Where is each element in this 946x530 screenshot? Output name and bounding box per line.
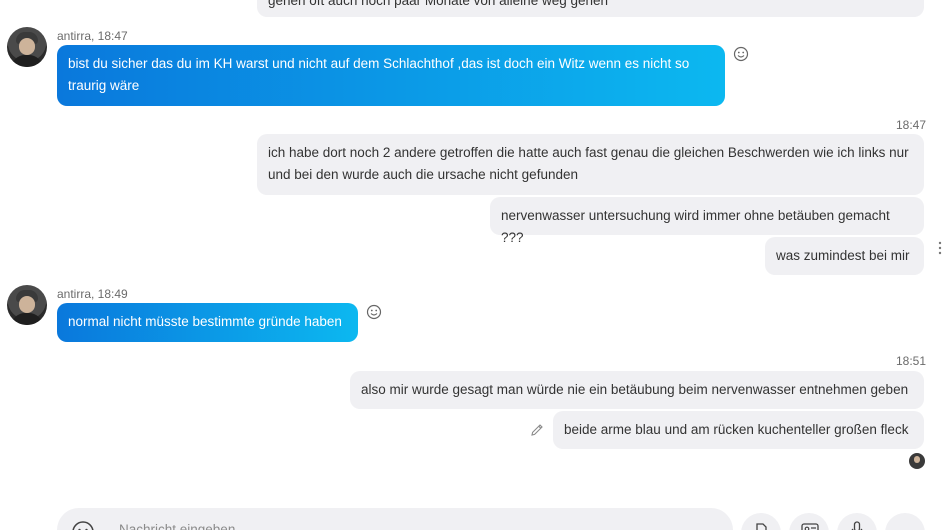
message-text: ich habe dort noch 2 andere getroffen di… xyxy=(268,145,909,182)
message-bubble-outgoing[interactable]: also mir wurde gesagt man würde nie ein … xyxy=(350,371,924,409)
message-bubble-incoming[interactable]: bist du sicher das du im KH warst und ni… xyxy=(57,45,725,106)
message-text: beide arme blau und am rücken kuchentell… xyxy=(564,422,909,437)
message-bubble-outgoing[interactable]: nervenwasser untersuchung wird immer ohn… xyxy=(490,197,924,245)
message-bubble-outgoing-partial[interactable]: gehen oft auch noch paar Monate von alle… xyxy=(257,0,924,17)
smiley-icon[interactable] xyxy=(71,520,95,530)
avatar-antirra[interactable] xyxy=(7,27,47,67)
pencil-icon[interactable] xyxy=(529,422,545,438)
read-receipt-avatar xyxy=(909,453,925,469)
message-time: 18:47 xyxy=(896,118,927,132)
more-vertical-icon[interactable] xyxy=(938,241,942,255)
message-input[interactable] xyxy=(119,519,519,530)
message-bubble-incoming[interactable]: normal nicht müsste bestimmte gründe hab… xyxy=(57,303,358,342)
message-text: bist du sicher das du im KH warst und ni… xyxy=(68,56,690,93)
message-bubble-outgoing[interactable]: was zumindest bei mir xyxy=(765,237,924,275)
message-sender-time: antirra, 18:49 xyxy=(57,287,128,301)
smiley-icon[interactable] xyxy=(733,46,749,62)
message-text: normal nicht müsste bestimmte gründe hab… xyxy=(68,314,342,329)
more-actions-button[interactable] xyxy=(885,513,925,530)
contact-card-button[interactable] xyxy=(789,513,829,530)
message-bubble-outgoing[interactable]: ich habe dort noch 2 andere getroffen di… xyxy=(257,134,924,195)
attach-file-icon xyxy=(756,523,767,530)
contact-card-icon xyxy=(801,523,819,530)
microphone-icon xyxy=(851,521,863,530)
message-time: 18:51 xyxy=(896,354,927,368)
avatar-antirra[interactable] xyxy=(7,285,47,325)
attach-file-button[interactable] xyxy=(741,513,781,530)
message-text: was zumindest bei mir xyxy=(776,248,910,263)
smiley-icon[interactable] xyxy=(366,304,382,320)
message-composer xyxy=(57,508,733,530)
message-text: also mir wurde gesagt man würde nie ein … xyxy=(361,382,909,397)
message-text: gehen oft auch noch paar Monate von alle… xyxy=(268,0,609,8)
microphone-button[interactable] xyxy=(837,513,877,530)
message-bubble-outgoing[interactable]: beide arme blau und am rücken kuchentell… xyxy=(553,411,924,449)
message-sender-time: antirra, 18:47 xyxy=(57,29,128,43)
